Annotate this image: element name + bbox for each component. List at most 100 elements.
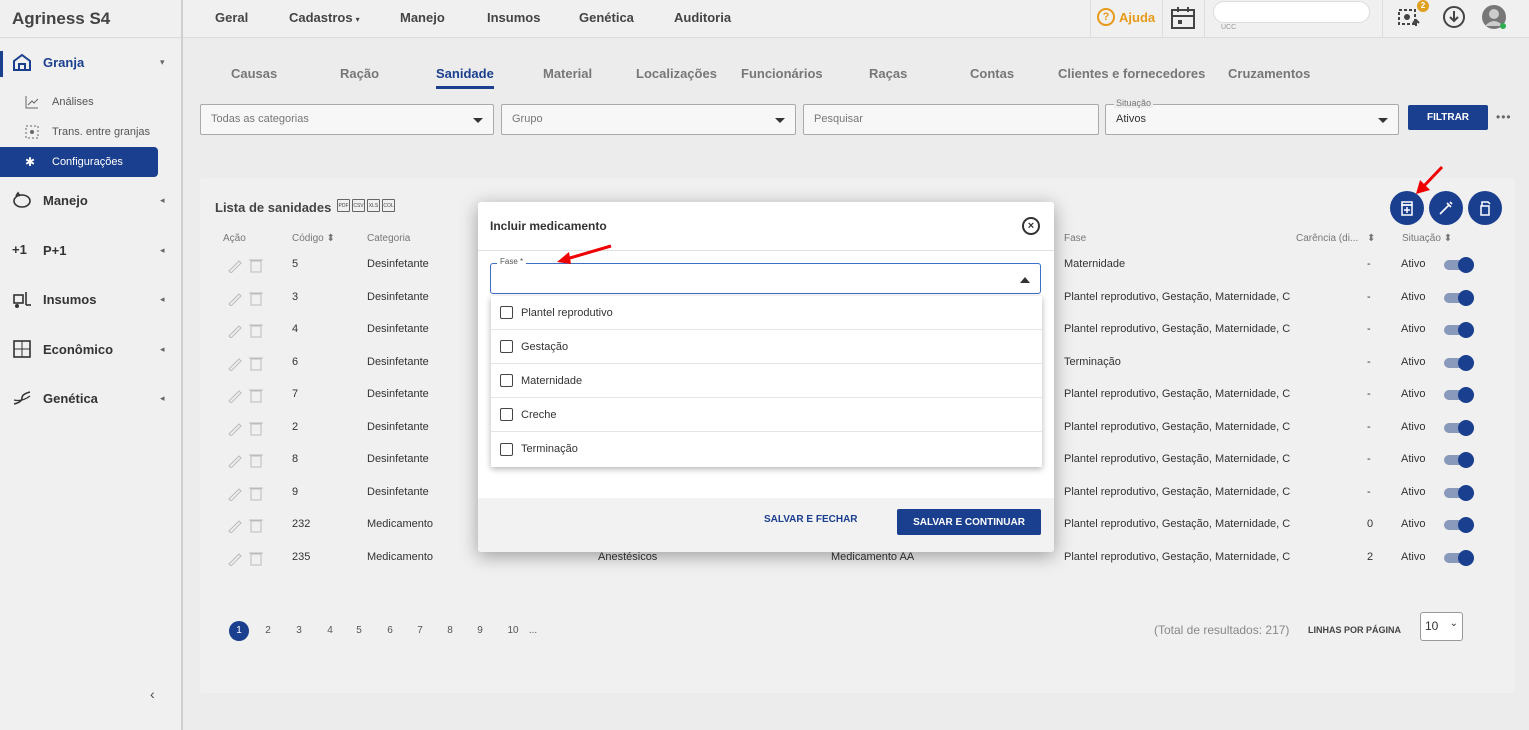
checkbox[interactable] bbox=[500, 374, 513, 387]
nav-insumos[interactable]: Insumos bbox=[487, 10, 540, 25]
page-9[interactable]: 9 bbox=[470, 621, 490, 641]
gear-icon: ✱ bbox=[25, 155, 36, 169]
tab-causas[interactable]: Causas bbox=[231, 66, 277, 81]
nav-manejo[interactable]: Manejo bbox=[400, 10, 445, 25]
sidebar-item-insumos[interactable]: Insumos ◂ bbox=[0, 284, 181, 314]
sidebar-item-economico[interactable]: Econômico ◂ bbox=[0, 334, 181, 364]
category-select[interactable]: Todas as categorias bbox=[200, 104, 494, 135]
save-and-close-button[interactable]: SALVAR E FECHAR bbox=[764, 514, 858, 525]
page-4[interactable]: 4 bbox=[320, 621, 340, 641]
sidebar-item-p1[interactable]: +1 P+1 ◂ bbox=[0, 235, 181, 265]
tab-racas[interactable]: Raças bbox=[869, 66, 907, 81]
status-toggle[interactable] bbox=[1444, 485, 1476, 501]
checkbox[interactable] bbox=[500, 442, 513, 456]
pig-icon bbox=[13, 191, 31, 208]
nav-auditoria[interactable]: Auditoria bbox=[674, 10, 731, 25]
checkbox[interactable] bbox=[500, 340, 513, 353]
status-toggle[interactable] bbox=[1444, 387, 1476, 403]
fase-option-gestacao[interactable]: Gestação bbox=[491, 330, 1042, 364]
sidebar-item-configuracoes[interactable]: ✱ Configurações bbox=[0, 147, 158, 177]
fase-option-creche[interactable]: Creche bbox=[491, 398, 1042, 432]
cell-situacao: Ativo bbox=[1401, 551, 1426, 563]
page-3[interactable]: 3 bbox=[289, 621, 309, 641]
checkbox[interactable] bbox=[500, 408, 513, 421]
dna-icon bbox=[13, 391, 31, 405]
nav-cadastros[interactable]: Cadastros ▾ bbox=[289, 10, 360, 25]
page-8[interactable]: 8 bbox=[440, 621, 460, 641]
close-icon[interactable]: × bbox=[1022, 217, 1040, 235]
save-and-continue-button[interactable]: SALVAR E CONTINUAR bbox=[897, 509, 1041, 535]
cell-categoria: Desinfetante bbox=[367, 356, 429, 368]
status-toggle[interactable] bbox=[1444, 257, 1476, 273]
tab-localizacoes[interactable]: Localizações bbox=[636, 66, 717, 81]
cell-codigo: 235 bbox=[292, 551, 311, 563]
collapse-sidebar-icon[interactable]: ‹ bbox=[150, 686, 155, 702]
farm-selector[interactable] bbox=[1213, 1, 1370, 23]
rows-per-page-select[interactable]: 10 ⌄ bbox=[1420, 612, 1463, 641]
csv-export-icon[interactable]: CSV bbox=[352, 199, 365, 212]
add-disinfectant-button[interactable] bbox=[1468, 191, 1502, 225]
sidebar-item-granja[interactable]: Granja ▾ bbox=[0, 47, 181, 77]
page-2[interactable]: 2 bbox=[258, 621, 278, 641]
avatar[interactable] bbox=[1481, 4, 1507, 30]
column-header-fase[interactable]: Fase bbox=[1064, 233, 1086, 244]
column-header-situacao[interactable]: Situação ⬍ bbox=[1402, 233, 1452, 244]
status-toggle[interactable] bbox=[1444, 420, 1476, 436]
edit-icon bbox=[228, 390, 242, 403]
tab-clientes-fornecedores[interactable]: Clientes e fornecedores bbox=[1058, 66, 1205, 81]
cell-categoria: Desinfetante bbox=[367, 486, 429, 498]
row-actions bbox=[228, 519, 263, 533]
group-select[interactable]: Grupo bbox=[501, 104, 796, 135]
page-7[interactable]: 7 bbox=[410, 621, 430, 641]
page-6[interactable]: 6 bbox=[380, 621, 400, 641]
tab-racao[interactable]: Ração bbox=[340, 66, 379, 81]
column-header-categoria[interactable]: Categoria bbox=[367, 233, 410, 244]
help-link[interactable]: ? Ajuda bbox=[1097, 8, 1155, 26]
calendar-icon[interactable] bbox=[1170, 6, 1196, 30]
xls-export-icon[interactable]: XLS bbox=[367, 199, 380, 212]
tab-funcionarios[interactable]: Funcionários bbox=[741, 66, 823, 81]
add-vaccine-button[interactable] bbox=[1429, 191, 1463, 225]
cell-fase: Plantel reprodutivo, Gestação, Maternida… bbox=[1064, 323, 1291, 335]
columns-icon[interactable]: COL bbox=[382, 199, 395, 212]
page-1[interactable]: 1 bbox=[229, 621, 249, 641]
tab-sanidade[interactable]: Sanidade bbox=[436, 66, 494, 89]
more-options-icon[interactable]: ••• bbox=[1496, 110, 1512, 124]
tab-cruzamentos[interactable]: Cruzamentos bbox=[1228, 66, 1310, 81]
status-toggle[interactable] bbox=[1444, 452, 1476, 468]
sidebar-item-genetica[interactable]: Genética ◂ bbox=[0, 383, 181, 413]
column-header-carencia[interactable]: Carência (di... ⬍ bbox=[1296, 233, 1375, 244]
sidebar-item-label: Genética bbox=[43, 390, 98, 406]
trash-icon bbox=[250, 293, 262, 306]
fase-option-maternidade[interactable]: Maternidade bbox=[491, 364, 1042, 398]
checkbox[interactable] bbox=[500, 306, 513, 319]
status-toggle[interactable] bbox=[1444, 517, 1476, 533]
fase-option-plantel[interactable]: Plantel reprodutivo bbox=[491, 296, 1042, 330]
situacao-select[interactable]: Situação Ativos bbox=[1105, 98, 1399, 135]
page-5[interactable]: 5 bbox=[349, 621, 369, 641]
add-medicine-button[interactable] bbox=[1390, 191, 1424, 225]
status-toggle[interactable] bbox=[1444, 355, 1476, 371]
fase-option-terminacao[interactable]: Terminação bbox=[491, 432, 1042, 466]
sidebar-item-manejo[interactable]: Manejo ◂ bbox=[0, 185, 181, 215]
nav-genetica[interactable]: Genética bbox=[579, 10, 634, 25]
download-icon[interactable] bbox=[1441, 4, 1467, 30]
sidebar-item-transferencias[interactable]: Trans. entre granjas bbox=[0, 119, 181, 145]
fase-select[interactable]: Fase * bbox=[490, 257, 1041, 294]
cell-carencia: - bbox=[1367, 356, 1371, 368]
tab-contas[interactable]: Contas bbox=[970, 66, 1014, 81]
cell-codigo: 9 bbox=[292, 486, 299, 498]
tab-material[interactable]: Material bbox=[543, 66, 592, 81]
page-ellipsis[interactable]: ... bbox=[523, 621, 543, 641]
pdf-export-icon[interactable]: PDF bbox=[337, 199, 350, 212]
search-input[interactable]: Pesquisar bbox=[803, 104, 1099, 135]
column-header-codigo[interactable]: Código ⬍ bbox=[292, 233, 335, 244]
trash-icon bbox=[250, 358, 262, 371]
app-title[interactable]: Agriness S4 bbox=[12, 9, 110, 29]
status-toggle[interactable] bbox=[1444, 290, 1476, 306]
nav-geral[interactable]: Geral bbox=[215, 10, 248, 25]
filter-button[interactable]: FILTRAR bbox=[1408, 105, 1488, 130]
sidebar-item-analises[interactable]: Análises bbox=[0, 89, 181, 115]
status-toggle[interactable] bbox=[1444, 550, 1476, 566]
status-toggle[interactable] bbox=[1444, 322, 1476, 338]
